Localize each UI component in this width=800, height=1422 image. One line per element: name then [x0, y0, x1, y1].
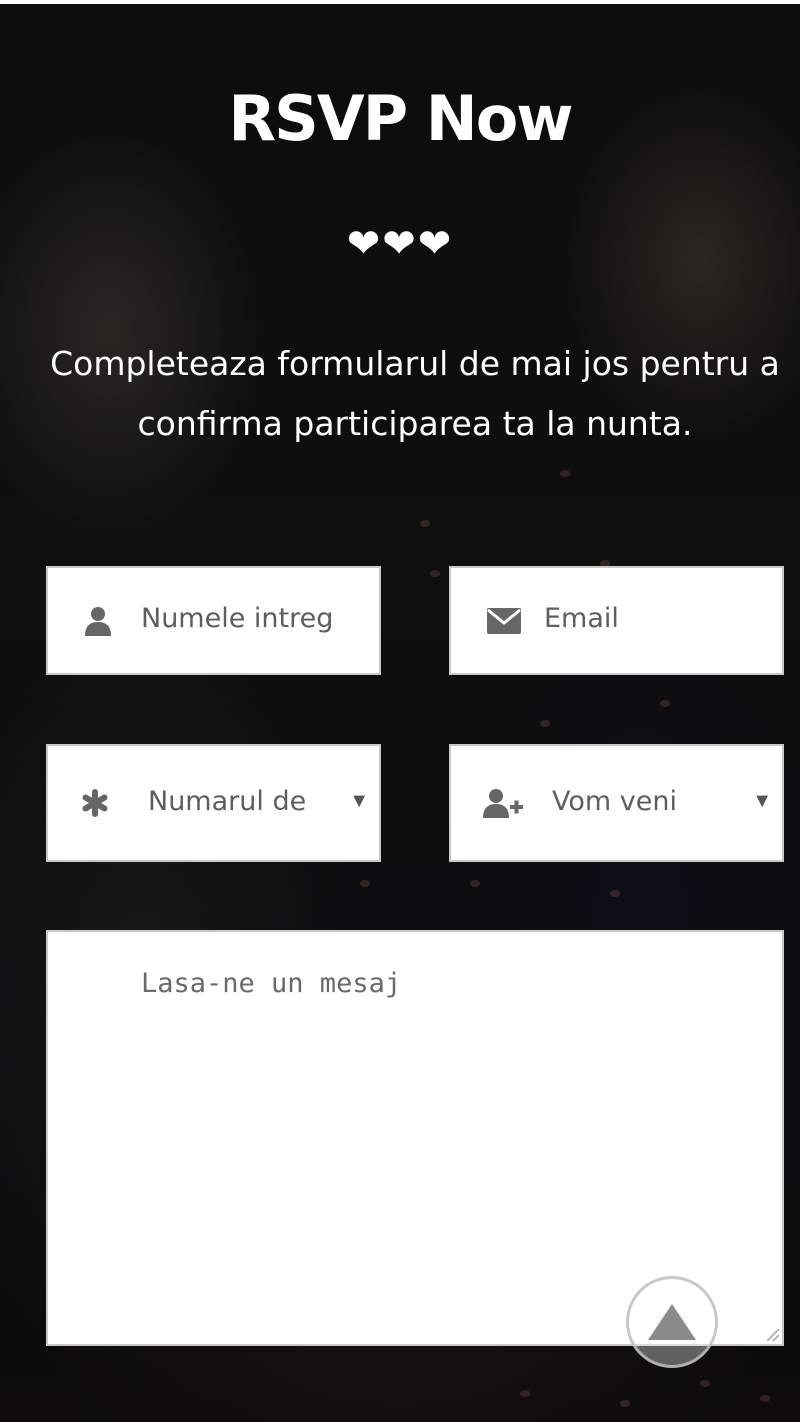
- chevron-down-icon: ▼: [349, 790, 369, 812]
- guests-count-select[interactable]: Numarul de ▼: [46, 744, 381, 862]
- rsvp-description: Completeaza formularul de mai jos pentru…: [50, 344, 780, 443]
- page-title: RSVP Now: [228, 82, 573, 155]
- user-icon: [78, 568, 118, 673]
- top-border: [0, 0, 800, 4]
- hearts-divider: ❤❤❤: [346, 222, 454, 266]
- arrow-up-icon: [648, 1304, 696, 1340]
- user-plus-icon: [483, 746, 523, 860]
- full-name-field[interactable]: Numele intreg: [46, 566, 381, 675]
- asterisk-icon: [75, 746, 115, 860]
- attendance-select[interactable]: Vom veni ▼: [449, 744, 784, 862]
- email-field[interactable]: Email: [449, 566, 784, 675]
- scroll-to-top-button[interactable]: [626, 1276, 718, 1368]
- guests-count-value: Numarul de: [148, 786, 307, 817]
- chevron-down-icon: ▼: [752, 790, 772, 812]
- attendance-value: Vom veni: [552, 786, 677, 817]
- envelope-icon: [484, 568, 524, 673]
- full-name-placeholder: Numele intreg: [141, 603, 334, 634]
- message-placeholder: Lasa-ne un mesaj: [141, 968, 402, 999]
- resize-handle[interactable]: [767, 1329, 779, 1341]
- email-placeholder: Email: [544, 603, 619, 634]
